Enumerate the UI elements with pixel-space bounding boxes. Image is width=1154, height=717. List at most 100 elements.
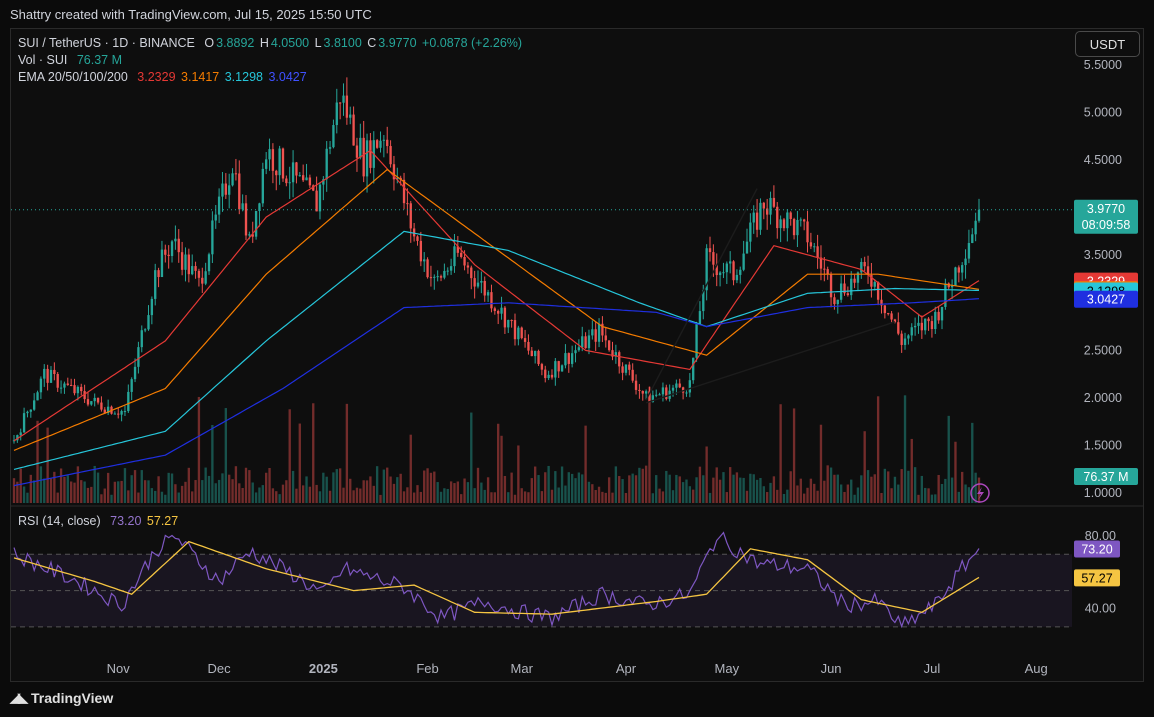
volume-bar bbox=[739, 477, 742, 503]
candle-body bbox=[789, 212, 792, 219]
volume-bar bbox=[93, 465, 96, 503]
volume-bar bbox=[365, 480, 369, 503]
candle-body bbox=[476, 282, 480, 287]
volume-bar bbox=[221, 473, 224, 503]
candle-body bbox=[362, 137, 365, 177]
volume-bar bbox=[130, 475, 133, 503]
candle-body bbox=[826, 269, 829, 275]
candle-body bbox=[389, 146, 392, 165]
rsi-label[interactable]: RSI (14, close) bbox=[18, 514, 101, 528]
volume-bar bbox=[470, 412, 473, 503]
volume-bar bbox=[180, 485, 184, 503]
volume-bar bbox=[913, 467, 917, 503]
candle-body bbox=[26, 411, 29, 414]
candle-body bbox=[342, 95, 345, 103]
candle-body bbox=[191, 266, 194, 275]
candle-body bbox=[796, 220, 799, 236]
volume-bar bbox=[950, 477, 954, 503]
volume-bar bbox=[409, 434, 412, 503]
candle-body bbox=[621, 366, 624, 373]
candle-body bbox=[167, 254, 170, 256]
candle-body bbox=[802, 219, 806, 222]
candle-body bbox=[466, 265, 470, 268]
candle-body bbox=[658, 394, 661, 396]
candle-body bbox=[924, 318, 927, 331]
volume-bar bbox=[581, 474, 584, 503]
volume-bar bbox=[618, 476, 621, 503]
candle-body bbox=[382, 139, 386, 141]
candle-body bbox=[241, 203, 244, 210]
volume-bar bbox=[63, 476, 66, 503]
candle-body bbox=[725, 263, 728, 273]
candle-body bbox=[184, 254, 187, 270]
candle-body bbox=[234, 173, 238, 175]
candle-body bbox=[338, 102, 342, 104]
candle-body bbox=[480, 280, 483, 283]
chart-canvas[interactable]: 5.50005.00004.50004.00003.50003.00002.50… bbox=[0, 0, 1154, 717]
candle-body bbox=[416, 236, 419, 241]
volume-bar bbox=[362, 480, 365, 503]
symbol-label[interactable]: SUI / TetherUS · 1D · BINANCE bbox=[18, 36, 195, 50]
volume-bar bbox=[157, 476, 160, 503]
candle-body bbox=[574, 350, 577, 354]
candle-body bbox=[964, 258, 967, 266]
volume-bar bbox=[826, 465, 829, 503]
rsi-legend[interactable]: RSI (14, close) 73.20 57.27 bbox=[18, 514, 180, 528]
volume-bar bbox=[587, 481, 591, 503]
candle-body bbox=[315, 190, 318, 212]
volume-bar bbox=[954, 441, 957, 503]
ema100-value: 3.1298 bbox=[224, 70, 263, 84]
candle-body bbox=[739, 269, 742, 275]
volume-bar bbox=[103, 488, 106, 503]
candle-body bbox=[325, 148, 328, 180]
volume-legend[interactable]: Vol · SUI 76.37 M bbox=[18, 53, 124, 67]
candle-body bbox=[285, 178, 288, 184]
tradingview-logo: ◢◣ TradingView bbox=[10, 690, 113, 706]
volume-bar bbox=[708, 492, 712, 503]
candle-body bbox=[655, 394, 658, 396]
low-label: L bbox=[314, 36, 322, 50]
candle-body bbox=[742, 253, 745, 270]
volume-bar bbox=[752, 474, 755, 503]
volume-bar bbox=[940, 483, 944, 503]
volume-bar bbox=[117, 481, 120, 503]
candle-body bbox=[685, 392, 688, 394]
volume-bar bbox=[500, 435, 503, 503]
volume-bar bbox=[39, 466, 43, 503]
volume-bar bbox=[917, 494, 920, 503]
volume-bar bbox=[332, 472, 335, 503]
candle-body bbox=[517, 327, 520, 340]
candle-body bbox=[365, 140, 369, 177]
candle-body bbox=[520, 327, 523, 339]
candle-body bbox=[157, 270, 160, 278]
volume-bar bbox=[722, 472, 725, 503]
tradingview-logo-text: TradingView bbox=[31, 690, 114, 706]
volume-bar bbox=[957, 491, 960, 503]
candle-body bbox=[490, 292, 493, 309]
volume-bar bbox=[80, 480, 83, 503]
volume-bar bbox=[359, 488, 362, 503]
candle-body bbox=[63, 383, 66, 388]
candle-body bbox=[570, 353, 574, 364]
volume-bar bbox=[846, 484, 850, 503]
volume-bar bbox=[26, 492, 29, 503]
currency-button[interactable]: USDT bbox=[1075, 31, 1140, 57]
candle-body bbox=[429, 277, 433, 279]
ema-label[interactable]: EMA 20/50/100/200 bbox=[18, 70, 128, 84]
close-value: 3.9770 bbox=[378, 36, 417, 50]
volume-bar bbox=[312, 403, 315, 503]
candle-body bbox=[497, 310, 500, 314]
volume-bar bbox=[523, 491, 527, 503]
volume-bar bbox=[547, 465, 550, 503]
candle-body bbox=[177, 238, 180, 253]
symbol-legend[interactable]: SUI / TetherUS · 1D · BINANCE O 3.8892 H4… bbox=[18, 36, 524, 50]
ema-legend[interactable]: EMA 20/50/100/200 3.2329 3.1417 3.1298 3… bbox=[18, 70, 309, 84]
candle-body bbox=[133, 366, 137, 380]
candle-body bbox=[712, 252, 715, 265]
candles bbox=[12, 77, 981, 444]
volume-bar bbox=[890, 488, 893, 503]
volume-bar bbox=[839, 484, 843, 503]
volume-bar bbox=[621, 479, 624, 503]
volume-label[interactable]: Vol · SUI bbox=[18, 53, 67, 67]
open-label: O bbox=[204, 36, 215, 50]
